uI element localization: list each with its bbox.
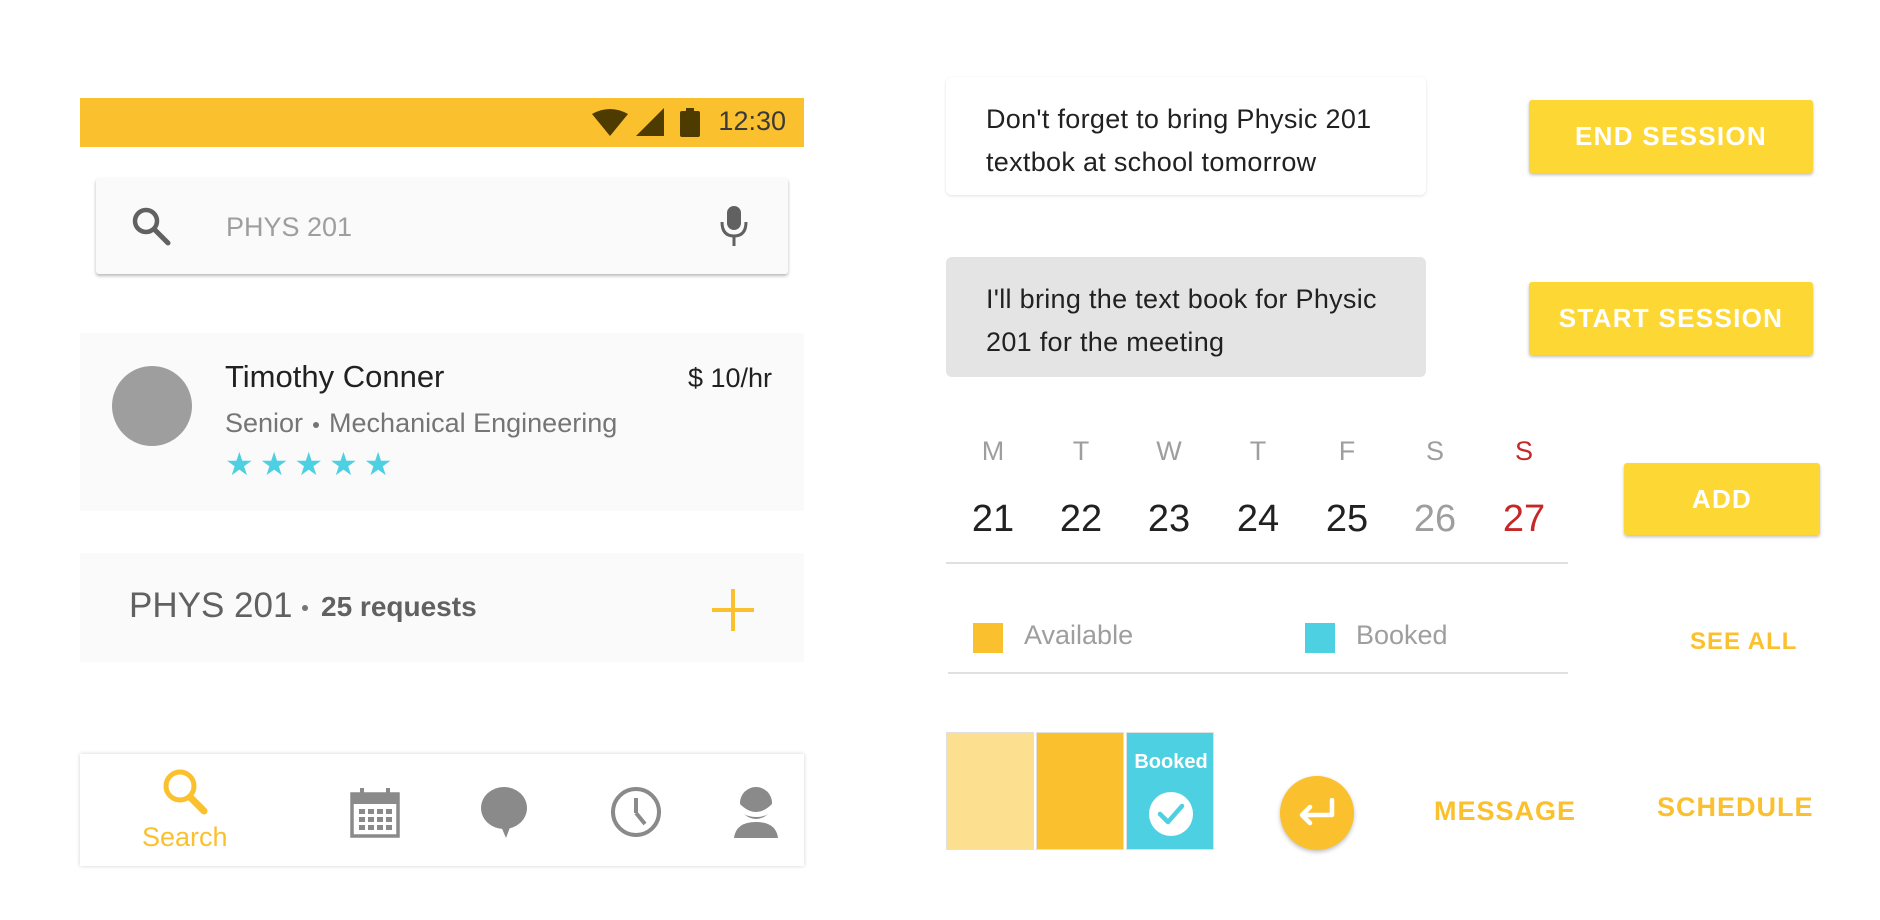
message-text: Don't forget to bring Physic 201 textbok… (986, 104, 1372, 177)
search-bar[interactable] (96, 178, 788, 274)
end-session-button[interactable]: END SESSION (1529, 100, 1813, 173)
date-cell[interactable]: 26 (1405, 498, 1465, 541)
tutor-rate: $ 10/hr (687, 363, 772, 393)
course-card[interactable]: PHYS 201 25 requests (80, 553, 804, 662)
status-time: 12:30 (718, 106, 786, 136)
day-label-tue: T (1072, 436, 1090, 466)
booked-swatch (1305, 623, 1335, 653)
tutor-name: Timothy Conner (225, 359, 445, 394)
nav-label-search: Search (142, 822, 228, 852)
message-bubble-incoming: Don't forget to bring Physic 201 textbok… (946, 77, 1426, 195)
divider (946, 562, 1568, 564)
nav-item-profile[interactable] (710, 754, 804, 866)
star-rating: ★★★★★ (225, 446, 399, 482)
date-cell[interactable]: 22 (1051, 498, 1111, 541)
time-slots: Booked (946, 732, 1216, 850)
calendar-icon (350, 788, 400, 838)
slot-available[interactable] (1036, 732, 1124, 850)
day-label-sat: S (1425, 436, 1444, 466)
message-bubble-outgoing: I'll bring the text book for Physic 201 … (946, 257, 1426, 377)
search-icon (163, 769, 208, 815)
clock-icon (611, 787, 661, 837)
available-swatch (973, 623, 1003, 653)
day-label-sun: S (1514, 436, 1533, 466)
return-arrow-icon (1299, 798, 1335, 826)
start-session-button[interactable]: START SESSION (1529, 282, 1813, 355)
tutor-major: Mechanical Engineering (329, 408, 618, 438)
day-label-thu: T (1249, 436, 1267, 466)
bottom-nav: Search (80, 754, 804, 866)
add-button[interactable]: ADD (1624, 463, 1820, 535)
legend-booked: Booked (1356, 620, 1448, 650)
slot-booked[interactable]: Booked (1126, 732, 1214, 850)
avatar (112, 366, 192, 446)
tutor-year: Senior (225, 408, 304, 438)
date-cell[interactable]: 21 (963, 498, 1023, 541)
nav-item-search[interactable]: Search (80, 754, 290, 866)
separator-dot (302, 605, 308, 611)
day-label-wed: W (1156, 436, 1182, 466)
search-icon[interactable] (130, 205, 172, 247)
legend: Available Booked (946, 620, 1568, 676)
plus-icon[interactable] (712, 589, 754, 631)
status-bar: 12:30 (80, 98, 804, 147)
date-cell[interactable]: 25 (1317, 498, 1377, 541)
legend-available: Available (1024, 620, 1134, 650)
day-label-mon: M (981, 436, 1005, 466)
day-label-fri: F (1338, 436, 1356, 466)
nav-item-messages[interactable] (450, 754, 560, 866)
divider (948, 672, 1568, 674)
message-button[interactable]: MESSAGE (1434, 796, 1576, 827)
wifi-icon (592, 109, 628, 136)
battery-icon (680, 108, 700, 137)
separator-dot (313, 421, 320, 428)
nav-item-history[interactable] (580, 754, 690, 866)
tutor-card[interactable]: Timothy Conner $ 10/hr Senior Mechanical … (80, 333, 804, 511)
slot-booked-label: Booked (1134, 751, 1208, 773)
nav-item-calendar[interactable] (320, 754, 430, 866)
schedule-button[interactable]: SCHEDULE (1657, 792, 1814, 823)
signal-icon (636, 108, 664, 136)
date-cell[interactable]: 23 (1139, 498, 1199, 541)
course-code: PHYS 201 (129, 586, 293, 625)
mic-icon[interactable] (718, 204, 750, 248)
request-count: 25 requests (321, 591, 477, 622)
check-icon (1149, 792, 1193, 836)
profile-icon (734, 787, 778, 838)
tutor-meta: Senior Mechanical Engineering (225, 408, 617, 439)
slot-available-light[interactable] (946, 732, 1034, 850)
reply-fab[interactable] (1280, 776, 1354, 850)
message-text: I'll bring the text book for Physic 201 … (986, 284, 1377, 357)
status-icons (592, 108, 700, 137)
see-all-button[interactable]: SEE ALL (1690, 628, 1797, 656)
date-cell[interactable]: 24 (1228, 498, 1288, 541)
chat-bubble-icon (481, 787, 527, 838)
date-cell[interactable]: 27 (1494, 498, 1554, 541)
search-input[interactable] (224, 204, 668, 250)
